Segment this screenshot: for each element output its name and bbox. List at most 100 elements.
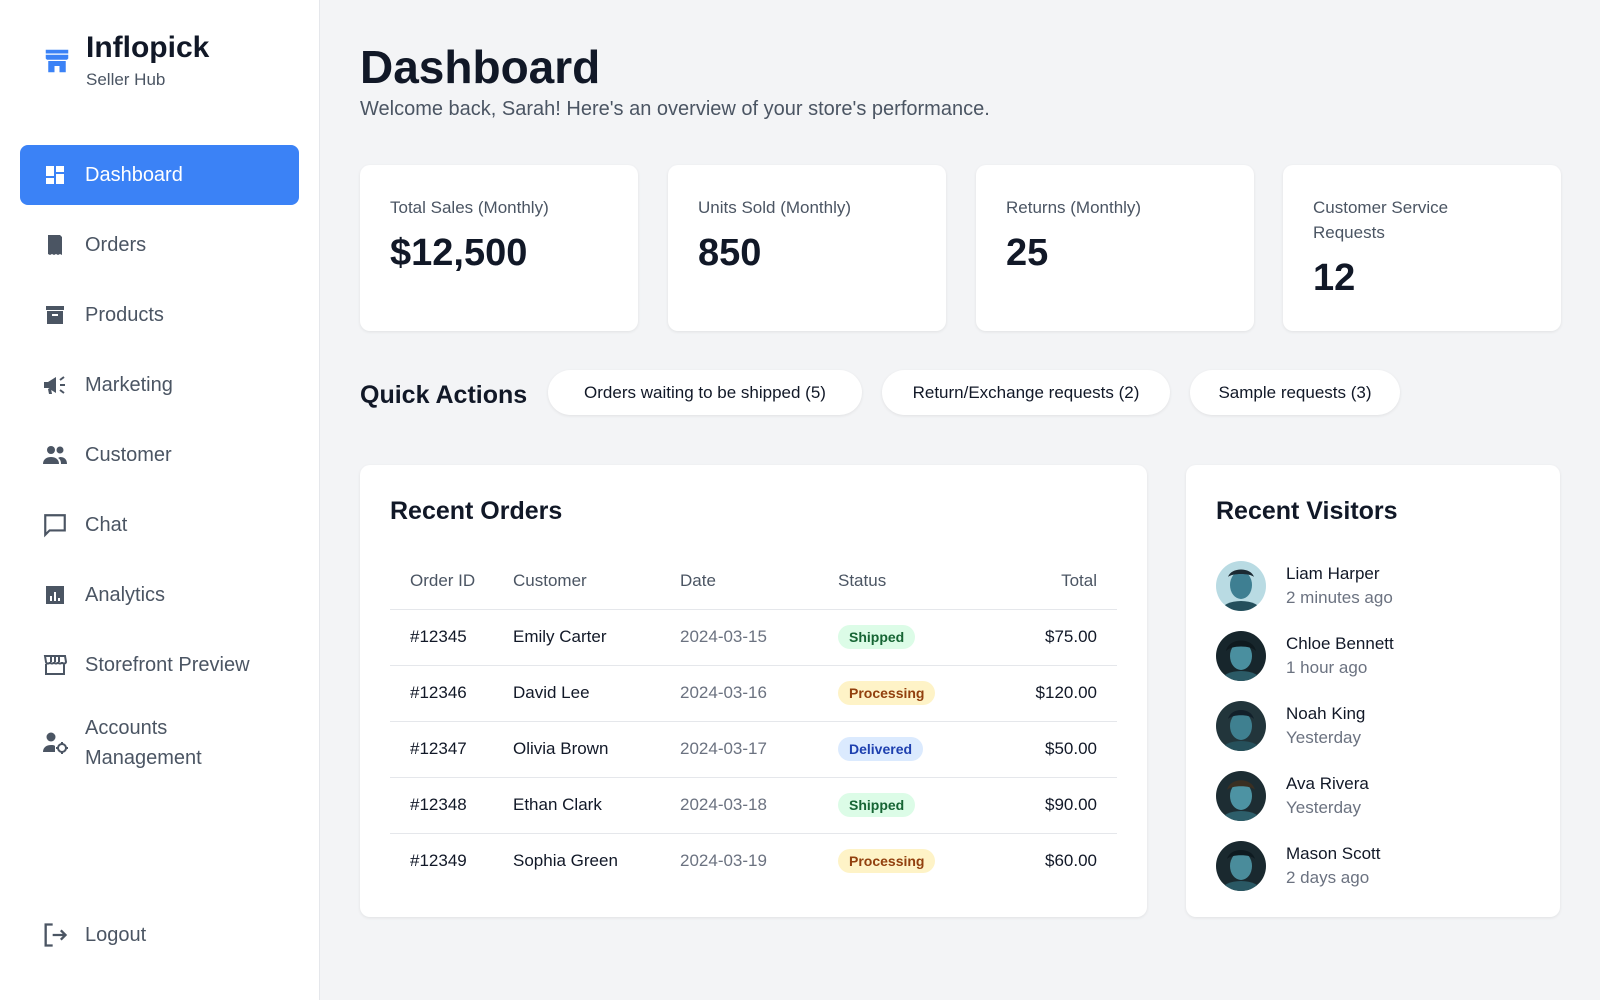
table-row[interactable]: #12345 Emily Carter 2024-03-15 Shipped $… [390, 609, 1117, 666]
visitor-name: Mason Scott [1286, 844, 1381, 863]
sidebar-item-marketing[interactable]: Marketing [20, 355, 299, 415]
stat-card-total-sales: Total Sales (Monthly) $12,500 [360, 165, 638, 331]
visitor-list: Liam Harper 2 minutes ago Chloe Bennett … [1216, 551, 1394, 901]
column-header-customer: Customer [513, 553, 680, 610]
stat-label: Returns (Monthly) [1006, 198, 1142, 217]
order-date: 2024-03-18 [680, 777, 838, 834]
list-item[interactable]: Chloe Bennett 1 hour ago [1216, 621, 1394, 691]
sidebar-item-customer[interactable]: Customer [20, 425, 299, 485]
stat-value: $12,500 [390, 232, 528, 274]
quick-action-sample-requests[interactable]: Sample requests (3) [1190, 370, 1400, 415]
sidebar: Inflopick Seller Hub Dashboard Orders Pr… [0, 0, 320, 1000]
quick-actions-title: Quick Actions [360, 381, 528, 409]
sidebar-item-label: Marketing [85, 373, 173, 396]
receipt-icon [41, 231, 69, 259]
table-row[interactable]: #12349 Sophia Green 2024-03-19 Processin… [390, 833, 1117, 889]
table-row[interactable]: #12348 Ethan Clark 2024-03-18 Shipped $9… [390, 777, 1117, 834]
brand-name: Inflopick [86, 31, 210, 64]
list-item[interactable]: Noah King Yesterday [1216, 691, 1394, 761]
avatar [1216, 841, 1266, 891]
logout-button[interactable]: Logout [41, 921, 146, 949]
visitor-time: 2 minutes ago [1286, 588, 1393, 607]
stat-label: Total Sales (Monthly) [390, 198, 549, 217]
page-title: Dashboard [360, 41, 601, 93]
stat-value: 12 [1313, 257, 1356, 299]
sidebar-item-label: Chat [85, 513, 128, 536]
quick-action-orders-to-ship[interactable]: Orders waiting to be shipped (5) [548, 370, 862, 415]
column-header-total: Total [989, 553, 1117, 610]
stat-value: 850 [698, 232, 762, 274]
order-total: $50.00 [989, 721, 1117, 778]
sidebar-item-accounts-management[interactable]: Accounts Management [20, 705, 299, 781]
order-id: #12348 [390, 777, 513, 834]
order-total: $60.00 [1045, 851, 1097, 871]
storefront-icon [41, 651, 69, 679]
order-customer: Emily Carter [513, 609, 680, 666]
recent-visitors-title: Recent Visitors [1216, 497, 1398, 525]
order-total: $75.00 [989, 609, 1117, 666]
sidebar-item-storefront-preview[interactable]: Storefront Preview [20, 635, 299, 695]
sidebar-item-label: Customer [85, 443, 172, 466]
status-badge: Processing [838, 849, 936, 874]
order-id: #12345 [390, 609, 513, 666]
sidebar-item-orders[interactable]: Orders [20, 215, 299, 275]
stat-label: Units Sold (Monthly) [698, 198, 852, 217]
order-customer: Ethan Clark [513, 777, 680, 834]
sidebar-item-analytics[interactable]: Analytics [20, 565, 299, 625]
order-customer: Sophia Green [513, 851, 618, 871]
order-id: #12349 [410, 851, 467, 871]
chat-icon [41, 511, 69, 539]
recent-visitors-card: Recent Visitors Liam Harper 2 minutes ag… [1186, 465, 1560, 917]
visitor-name: Chloe Bennett [1286, 634, 1394, 653]
stat-value: 25 [1006, 232, 1049, 274]
visitor-time: 1 hour ago [1286, 658, 1368, 677]
visitor-name: Noah King [1286, 704, 1366, 723]
visitor-time: Yesterday [1286, 798, 1361, 817]
order-date: 2024-03-19 [680, 851, 767, 871]
logout-icon [41, 921, 69, 949]
sidebar-item-chat[interactable]: Chat [20, 495, 299, 555]
recent-orders-title: Recent Orders [390, 497, 563, 525]
sidebar-item-label: Products [85, 303, 164, 326]
order-id: #12347 [390, 721, 513, 778]
status-badge: Delivered [838, 737, 924, 761]
brand[interactable]: Inflopick Seller Hub [42, 30, 209, 90]
table-row[interactable]: #12346 David Lee 2024-03-16 Processing $… [390, 665, 1117, 722]
column-header-order-id: Order ID [390, 553, 513, 610]
order-date: 2024-03-15 [680, 609, 838, 666]
account-settings-icon [41, 729, 69, 757]
column-header-date: Date [680, 553, 838, 610]
list-item[interactable]: Liam Harper 2 minutes ago [1216, 551, 1394, 621]
visitor-time: 2 days ago [1286, 868, 1370, 887]
order-total: $120.00 [989, 665, 1117, 722]
logout-label: Logout [85, 923, 147, 946]
page-subtitle: Welcome back, Sarah! Here's an overview … [360, 98, 990, 120]
visitor-name: Ava Rivera [1286, 774, 1369, 793]
sidebar-item-label: Dashboard [85, 163, 183, 186]
stats-row: Total Sales (Monthly) $12,500 Units Sold… [360, 165, 1561, 331]
stat-card-units-sold: Units Sold (Monthly) 850 [668, 165, 946, 331]
sidebar-item-label: Analytics [85, 583, 166, 606]
status-badge: Shipped [838, 793, 916, 817]
store-icon [42, 46, 72, 76]
list-item[interactable]: Mason Scott 2 days ago [1216, 831, 1394, 901]
sidebar-item-label: Storefront Preview [85, 653, 250, 676]
order-id: #12346 [390, 665, 513, 722]
sidebar-item-dashboard[interactable]: Dashboard [20, 145, 299, 205]
avatar [1216, 561, 1266, 611]
people-icon [41, 441, 69, 469]
visitor-name: Liam Harper [1286, 564, 1380, 583]
table-row[interactable]: #12347 Olivia Brown 2024-03-17 Delivered… [390, 721, 1117, 778]
table-header-row: Order ID Customer Date Status Total [390, 553, 1117, 610]
avatar [1216, 631, 1266, 681]
visitor-time: Yesterday [1286, 728, 1361, 747]
list-item[interactable]: Ava Rivera Yesterday [1216, 761, 1394, 831]
avatar [1216, 701, 1266, 751]
order-date: 2024-03-16 [680, 665, 838, 722]
stat-label: Customer Service Requests [1313, 198, 1449, 242]
sidebar-item-products[interactable]: Products [20, 285, 299, 345]
archive-icon [41, 301, 69, 329]
quick-action-return-exchange[interactable]: Return/Exchange requests (2) [882, 370, 1170, 415]
status-badge: Shipped [838, 625, 916, 649]
sidebar-item-label: Orders [85, 233, 147, 256]
